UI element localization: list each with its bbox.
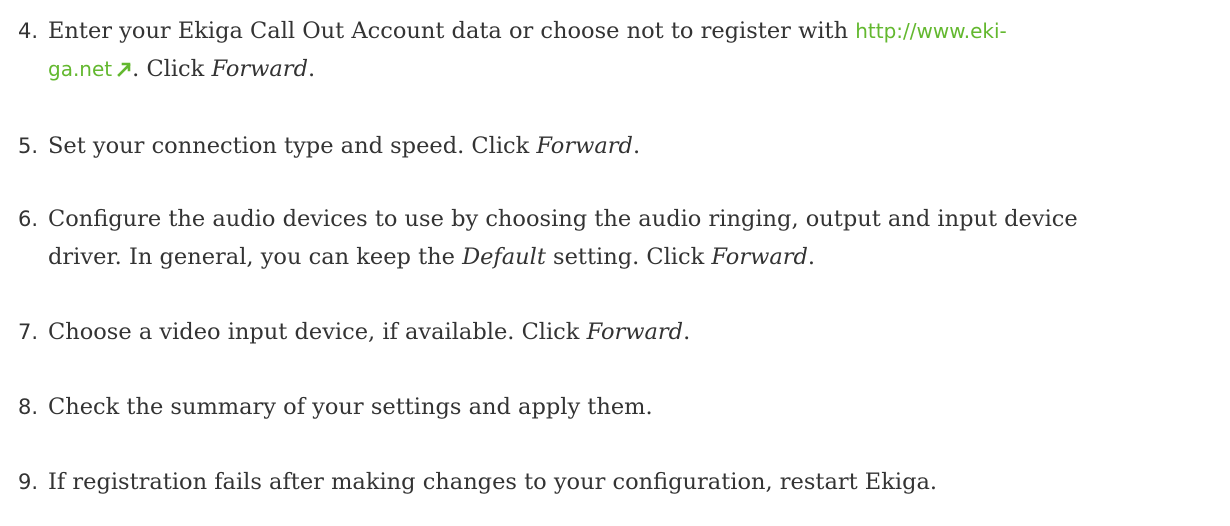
step-number: 8. bbox=[18, 395, 39, 419]
list-item-step-6: 6. Configure the audio devices to use by… bbox=[18, 200, 1218, 276]
step-text-after: . Click bbox=[132, 56, 212, 82]
step-number: 7. bbox=[18, 320, 39, 344]
step-text-middle: setting. Click bbox=[545, 244, 712, 270]
forward-emphasis: Forward bbox=[711, 244, 808, 270]
step-text-line-2: driver. In general, you can keep the bbox=[48, 244, 463, 270]
external-link-icon bbox=[116, 51, 132, 77]
step-end: . bbox=[807, 244, 816, 270]
step-text: Choose a video input device, if availabl… bbox=[48, 319, 587, 345]
step-text: If registration fails after making chang… bbox=[48, 469, 938, 495]
list-item-step-7: 7. Choose a video input device, if avail… bbox=[18, 313, 1218, 351]
forward-emphasis: Forward bbox=[536, 133, 633, 159]
step-end: . bbox=[307, 56, 316, 82]
link-text-part-2: ga.net bbox=[48, 57, 113, 81]
step-text-line-1: Configure the audio devices to use by ch… bbox=[48, 206, 1078, 232]
list-item-step-5: 5. Set your connection type and speed. C… bbox=[18, 127, 1218, 165]
ekiga-link-continued[interactable]: ga.net bbox=[48, 57, 132, 81]
step-text: Check the summary of your settings and a… bbox=[48, 394, 653, 420]
list-item-step-4: 4. Enter your Ekiga Call Out Account dat… bbox=[18, 12, 1218, 88]
step-number: 6. bbox=[18, 207, 39, 231]
default-emphasis: Default bbox=[462, 244, 546, 270]
list-item-step-8: 8. Check the summary of your settings an… bbox=[18, 388, 1218, 426]
list-item-step-9: 9. If registration fails after making ch… bbox=[18, 463, 1218, 501]
step-end: . bbox=[683, 319, 691, 345]
forward-emphasis: Forward bbox=[211, 56, 308, 82]
step-number: 5. bbox=[18, 134, 39, 158]
link-text-part-1: http://www.eki- bbox=[855, 19, 1007, 43]
step-text: Enter your Ekiga Call Out Account data o… bbox=[48, 18, 856, 44]
ekiga-link[interactable]: http://www.eki- bbox=[855, 19, 1007, 43]
step-number: 4. bbox=[18, 19, 39, 43]
step-text: Set your connection type and speed. Clic… bbox=[48, 133, 537, 159]
step-end: . bbox=[632, 133, 641, 159]
forward-emphasis: Forward bbox=[586, 319, 684, 345]
step-number: 9. bbox=[18, 470, 39, 494]
